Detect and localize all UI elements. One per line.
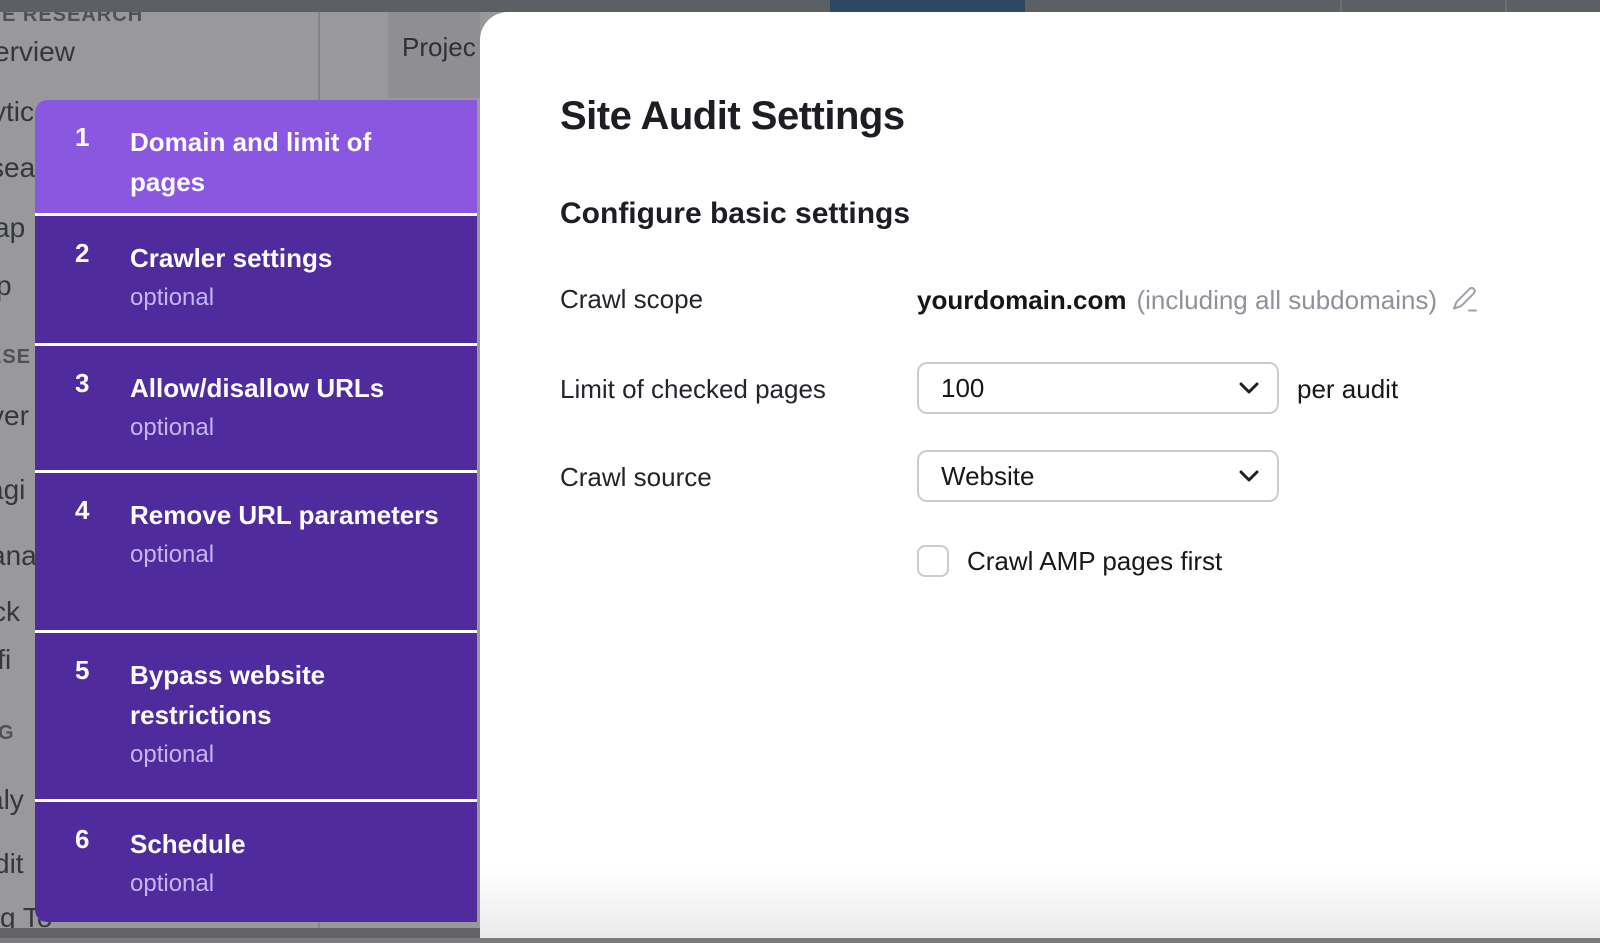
bg-nav-item: dit [0, 848, 24, 880]
bg-nav-item: p [0, 270, 12, 302]
crawl-amp-label: Crawl AMP pages first [967, 546, 1222, 577]
top-browser-strip [0, 0, 1600, 12]
step-optional-tag: optional [130, 870, 450, 898]
step-optional-tag: optional [130, 741, 450, 769]
modal-title: Site Audit Settings [560, 92, 905, 140]
bg-nav-item: ap [0, 212, 25, 244]
step-remove-url-parameters[interactable]: 4 Remove URL parameters optional [35, 473, 477, 630]
screen-bottom-edge [0, 938, 1600, 943]
section-heading: Configure basic settings [560, 196, 910, 232]
step-number: 2 [75, 238, 115, 269]
bg-projects-tab-label: Projec [402, 32, 476, 63]
step-label: Bypass website restrictions [130, 655, 450, 735]
step-number: 6 [75, 824, 115, 855]
crawl-scope-domain: yourdomain.com [917, 285, 1126, 316]
limit-dropdown[interactable]: 100 [917, 362, 1279, 414]
step-allow-disallow-urls[interactable]: 3 Allow/disallow URLs optional [35, 346, 477, 470]
top-strip-divider [1505, 0, 1507, 12]
step-label: Schedule [130, 824, 450, 864]
step-label: Allow/disallow URLs [130, 368, 450, 408]
step-number: 4 [75, 495, 115, 526]
top-strip-divider [1340, 0, 1342, 12]
crawl-scope-value: yourdomain.com (including all subdomains… [917, 284, 1481, 316]
step-bypass-website-restrictions[interactable]: 5 Bypass website restrictions optional [35, 633, 477, 799]
step-schedule[interactable]: 6 Schedule optional [35, 802, 477, 922]
step-optional-tag: optional [130, 284, 450, 312]
amp-checkbox-row: Crawl AMP pages first [917, 545, 1222, 577]
bg-nav-section-header: ESE [0, 346, 31, 369]
step-domain-and-limit[interactable]: 1 Domain and limit of pages [35, 100, 477, 213]
edit-pencil-icon[interactable] [1449, 284, 1481, 316]
step-number: 3 [75, 368, 115, 399]
bg-projects-tab: Projec [388, 12, 480, 98]
step-optional-tag: optional [130, 414, 450, 442]
chevron-down-icon [1239, 382, 1259, 394]
crawl-amp-checkbox[interactable] [917, 545, 949, 577]
step-label: Crawler settings [130, 238, 450, 278]
chevron-down-icon [1239, 470, 1259, 482]
top-strip-accent-segment [830, 0, 1025, 12]
step-optional-tag: optional [130, 541, 450, 569]
bg-nav-item: ck [0, 596, 20, 628]
bg-nav-item: ytic [0, 96, 34, 128]
bg-nav-section-header: G [0, 722, 15, 745]
bg-nav-item: erview [0, 36, 75, 68]
crawl-scope-label: Crawl scope [560, 284, 703, 315]
crawl-scope-note: (including all subdomains) [1136, 285, 1437, 316]
step-crawler-settings[interactable]: 2 Crawler settings optional [35, 216, 477, 343]
crawl-source-dropdown-value: Website [941, 461, 1239, 492]
limit-dropdown-value: 100 [941, 373, 1239, 404]
per-audit-suffix: per audit [1297, 374, 1398, 405]
limit-of-checked-pages-label: Limit of checked pages [560, 374, 826, 405]
bg-nav-item: ana [0, 540, 37, 572]
crawl-source-label: Crawl source [560, 462, 712, 493]
bg-nav-item: agi [0, 474, 25, 506]
bg-nav-item: aly [0, 784, 24, 816]
step-number: 5 [75, 655, 115, 686]
screen: E RESEARCH erview ytic sea ap p ESE ver … [0, 0, 1600, 943]
bg-nav-item: ver [0, 400, 29, 432]
wizard-steps-panel: 1 Domain and limit of pages 2 Crawler se… [35, 100, 477, 922]
step-number: 1 [75, 122, 115, 153]
step-label: Domain and limit of pages [130, 122, 450, 202]
crawl-source-dropdown[interactable]: Website [917, 450, 1279, 502]
bg-nav-item: sea [0, 152, 35, 184]
site-audit-settings-modal: Site Audit Settings Configure basic sett… [480, 12, 1600, 943]
bg-nav-item: ffi [0, 644, 11, 676]
step-label: Remove URL parameters [130, 495, 450, 535]
